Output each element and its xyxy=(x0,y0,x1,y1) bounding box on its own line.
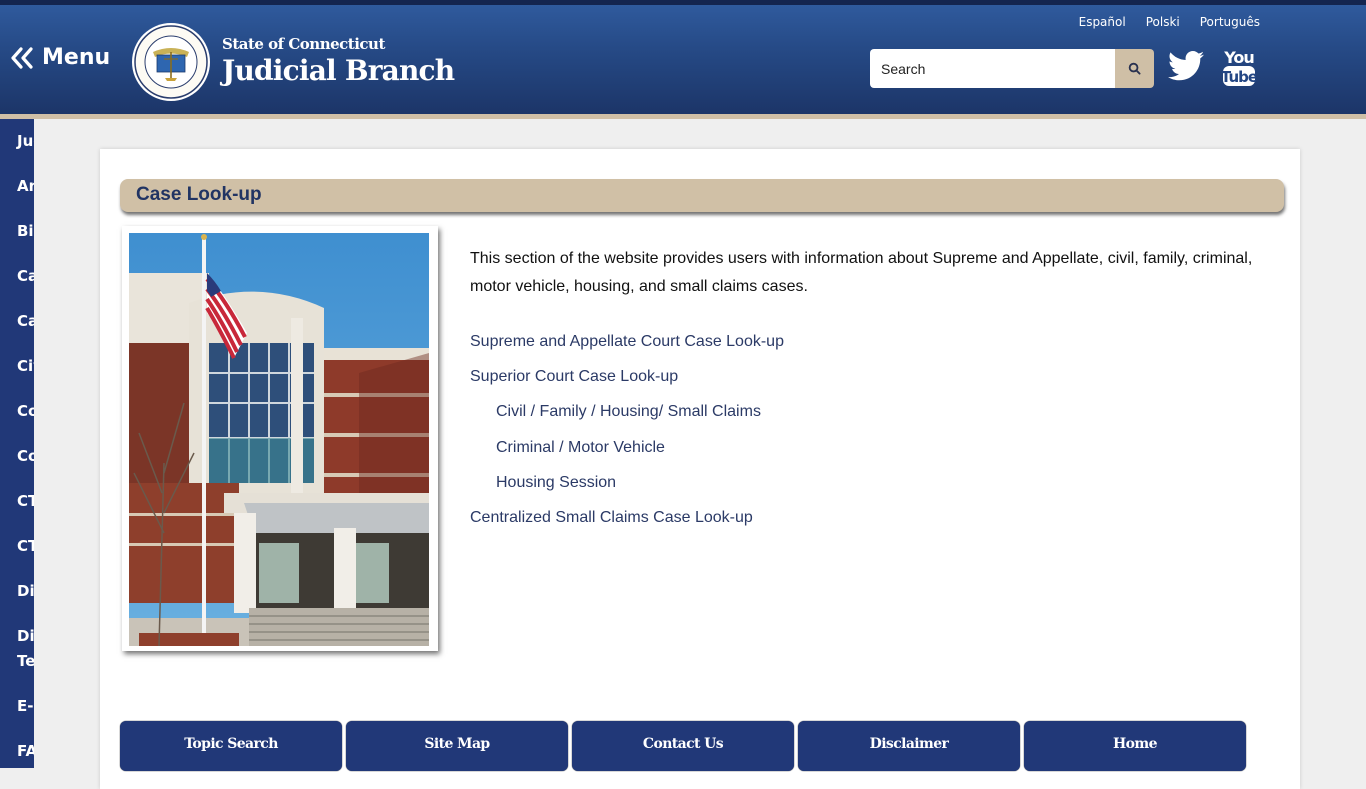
page-title-bar: Case Look-up xyxy=(120,179,1284,212)
courthouse-photo xyxy=(122,226,438,651)
sidebar-item[interactable]: Careers xyxy=(17,263,34,289)
link-civil-family-housing-small-claims[interactable]: Civil / Family / Housing/ Small Claims xyxy=(470,402,784,437)
sidebar-item[interactable]: Court Rules xyxy=(17,443,34,469)
link-centralized-small-claims[interactable]: Centralized Small Claims Case Look-up xyxy=(470,508,784,543)
sidebar-item[interactable]: FAQs xyxy=(17,738,34,764)
language-links: Español Polski Português xyxy=(1079,15,1260,29)
menu-button[interactable]: Menu xyxy=(10,45,110,70)
sidebar-item[interactable]: E-Services xyxy=(17,693,34,719)
sidebar-item[interactable]: Bids xyxy=(17,218,34,244)
sidebar-item[interactable]: Judges xyxy=(17,128,34,154)
lang-portugues[interactable]: Português xyxy=(1200,15,1260,29)
sidebar-item[interactable]: Committees xyxy=(17,398,34,424)
sidebar-item[interactable]: CT Practice Book xyxy=(17,488,34,514)
sidebar-item[interactable]: Directions xyxy=(17,578,34,604)
link-criminal-motor-vehicle[interactable]: Criminal / Motor Vehicle xyxy=(470,438,784,473)
youtube-icon[interactable]: You Tube xyxy=(1222,47,1256,87)
sidebar-item[interactable]: Answers xyxy=(17,173,34,199)
search-input[interactable] xyxy=(870,49,1115,88)
brand[interactable]: State of Connecticut Judicial Branch xyxy=(222,35,455,87)
brand-state: State of Connecticut xyxy=(222,35,385,53)
search-button[interactable] xyxy=(1115,49,1154,88)
menu-label: Menu xyxy=(42,45,111,70)
search-box xyxy=(870,49,1154,88)
footer-site-map-button[interactable]: Site Map xyxy=(346,721,568,771)
intro-text: This section of the website provides use… xyxy=(470,250,1253,295)
lang-polski[interactable]: Polski xyxy=(1146,15,1180,29)
svg-text:You: You xyxy=(1223,48,1254,67)
judicial-seal-logo[interactable] xyxy=(131,22,211,102)
twitter-icon[interactable] xyxy=(1168,50,1204,82)
sidebar-item[interactable]: Directory xyxy=(17,623,34,649)
svg-text:Tube: Tube xyxy=(1222,68,1256,86)
footer-disclaimer-button[interactable]: Disclaimer xyxy=(798,721,1020,771)
link-superior-court[interactable]: Superior Court Case Look-up xyxy=(470,367,784,402)
sidebar-item[interactable]: CT Reports xyxy=(17,533,34,559)
search-icon xyxy=(1128,62,1141,75)
footer-navigation: Topic Search Site Map Contact Us Disclai… xyxy=(120,721,1246,771)
case-lookup-links: Supreme and Appellate Court Case Look-up… xyxy=(470,332,784,543)
footer-topic-search-button[interactable]: Topic Search xyxy=(120,721,342,771)
sidebar-item[interactable]: Case Look-up xyxy=(17,308,34,334)
side-navigation: Judges Answers Bids Careers Case Look-up… xyxy=(0,119,34,768)
link-supreme-appellate[interactable]: Supreme and Appellate Court Case Look-up xyxy=(470,332,784,367)
footer-contact-us-button[interactable]: Contact Us xyxy=(572,721,794,771)
site-header: Menu State of Connecticut Judicial Branc… xyxy=(0,5,1366,114)
content-card: Case Look-up This section of the website… xyxy=(100,149,1300,789)
brand-title: Judicial Branch xyxy=(222,54,455,87)
header-accent-bar xyxy=(0,114,1366,119)
footer-home-button[interactable]: Home xyxy=(1024,721,1246,771)
double-chevron-left-icon xyxy=(11,46,33,69)
page-title: Case Look-up xyxy=(136,184,262,205)
link-housing-session[interactable]: Housing Session xyxy=(470,473,784,508)
sidebar-item[interactable]: Telephone xyxy=(17,648,34,674)
lang-espanol[interactable]: Español xyxy=(1079,15,1126,29)
courthouse-image xyxy=(129,233,429,646)
sidebar-item[interactable]: Civil xyxy=(17,353,34,379)
